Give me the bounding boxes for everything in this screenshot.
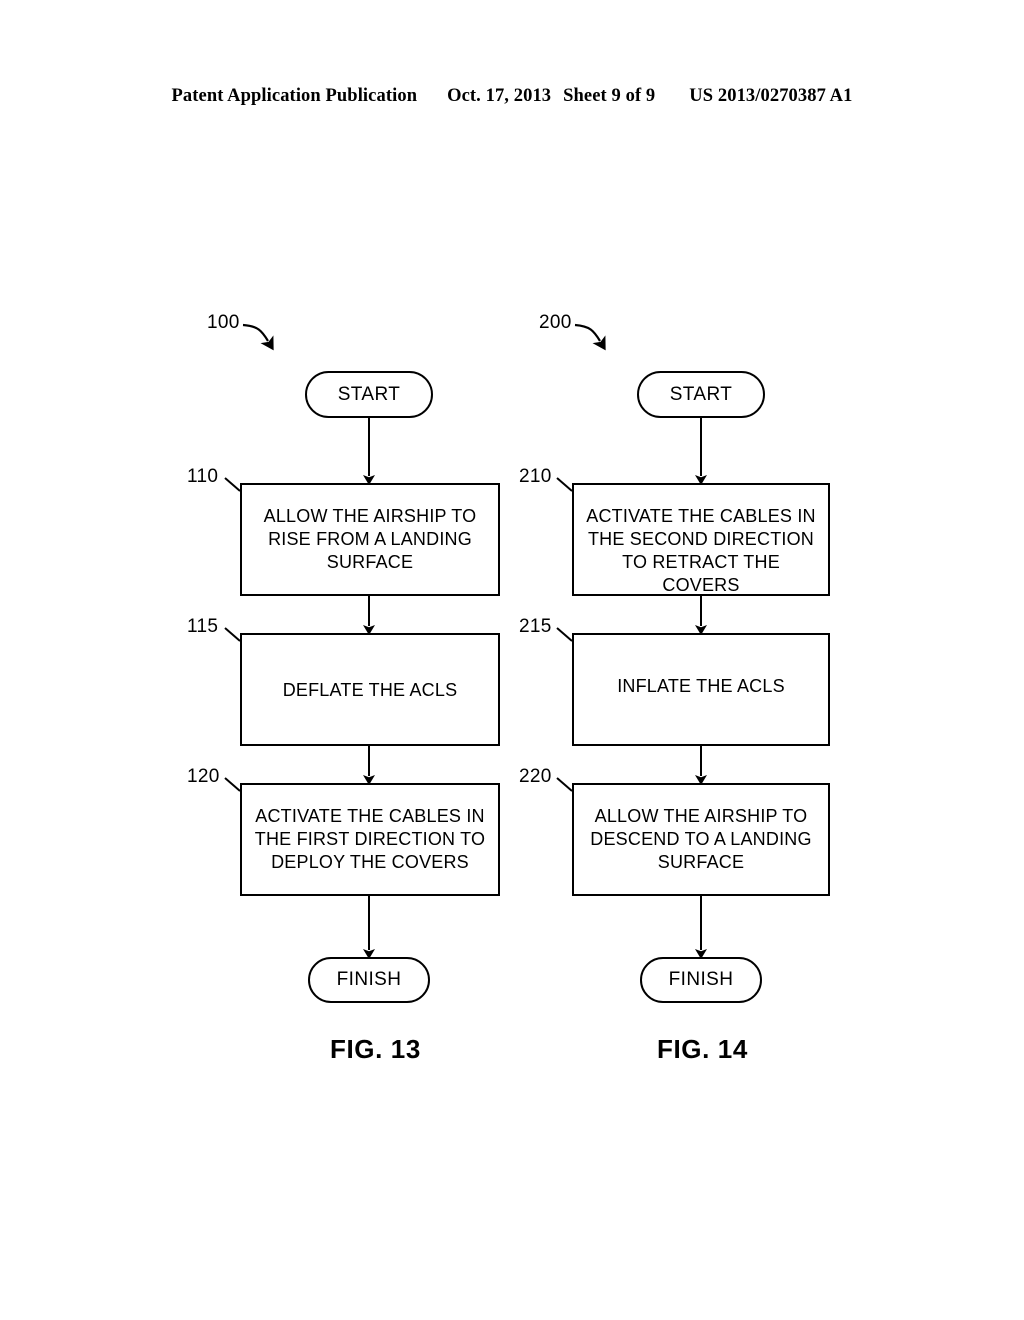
figure-13-step-115-box: DEFLATE THE ACLS (240, 633, 500, 746)
figure-13-finish-label: FINISH (336, 969, 402, 990)
figure-14-finish-label: FINISH (668, 969, 734, 990)
figure-13-start-terminator: START (305, 371, 433, 418)
figure-14-step-210-reference: 210 (519, 466, 552, 487)
step-text-line: ACTIVATE THE CABLES IN (255, 806, 485, 826)
figure-14-step-220-box: ALLOW THE AIRSHIP TO DESCEND TO A LANDIN… (572, 783, 830, 896)
figure-14-step-220-reference: 220 (519, 766, 552, 787)
step-text-line: ALLOW THE AIRSHIP TO (263, 506, 477, 526)
figure-14-caption: FIG. 14 (657, 1034, 748, 1064)
step-text-line: RISE FROM A LANDING (268, 529, 472, 549)
connector-layer (224, 323, 707, 959)
figure-13-start-label: START (337, 383, 401, 405)
figure-14-reference-number: 200 (539, 312, 572, 333)
step-text-line: INFLATE THE ACLS (617, 676, 785, 696)
figure-14-step-215-box: INFLATE THE ACLS (572, 633, 830, 746)
figure-13-finish-terminator: FINISH (308, 957, 430, 1003)
step-text-line: SURFACE (326, 552, 414, 572)
step-text-line: DESCEND TO A LANDING (590, 829, 812, 849)
patent-drawing-page: Patent Application Publication Oct. 17, 2… (0, 0, 1024, 1320)
figure-14-start-terminator: START (637, 371, 765, 418)
page-header: Patent Application Publication Oct. 17, 2… (0, 86, 1024, 107)
step-text-line: SURFACE (657, 852, 745, 872)
figure-14-step-215-reference: 215 (519, 616, 552, 637)
header-publication-title: Patent Application Publication (171, 86, 418, 106)
step-text-line: ALLOW THE AIRSHIP TO (594, 806, 808, 826)
step-text-line: THE SECOND DIRECTION (587, 529, 814, 549)
step-text-line: TO RETRACT THE (622, 552, 780, 572)
step-text-line: DEPLOY THE COVERS (271, 852, 469, 872)
step-text-line: ACTIVATE THE CABLES IN (586, 506, 816, 526)
header-patent-number: US 2013/0270387 A1 (689, 86, 853, 106)
step-text-line: THE FIRST DIRECTION TO (254, 829, 486, 849)
figure-13-step-110-box: ALLOW THE AIRSHIP TO RISE FROM A LANDING… (240, 483, 500, 596)
step-text-line: DEFLATE THE ACLS (282, 680, 458, 700)
header-date: Oct. 17, 2013 (447, 86, 552, 106)
figure-13-step-115-reference: 115 (187, 616, 219, 637)
step-text-line: COVERS (662, 575, 740, 595)
figure-14-start-label: START (669, 383, 733, 405)
figure-14-finish-terminator: FINISH (640, 957, 762, 1003)
header-sheet-number: Sheet 9 of 9 (563, 86, 656, 106)
figure-13-caption: FIG. 13 (330, 1034, 421, 1064)
figure-14-step-210-box: ACTIVATE THE CABLES IN THE SECOND DIRECT… (572, 483, 830, 596)
figure-13-step-120-box: ACTIVATE THE CABLES IN THE FIRST DIRECTI… (240, 783, 500, 896)
figure-13-reference-number: 100 (207, 312, 240, 333)
figure-13-step-120-reference: 120 (187, 766, 220, 787)
figure-13-step-110-reference: 110 (187, 466, 219, 487)
